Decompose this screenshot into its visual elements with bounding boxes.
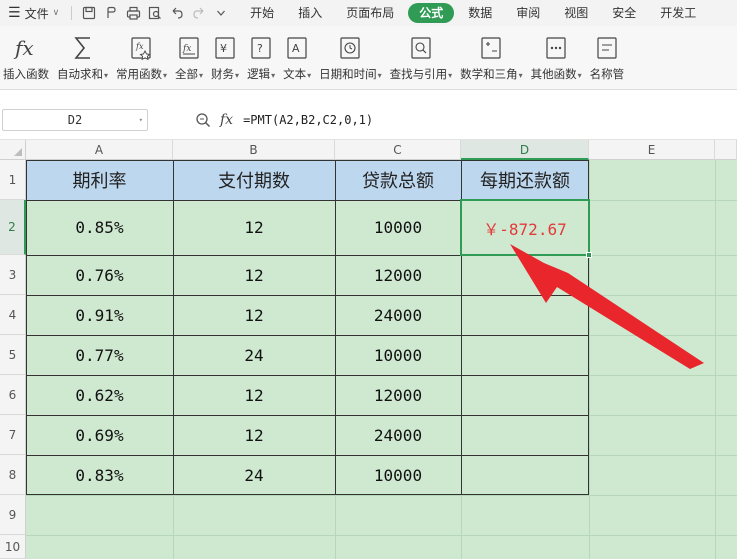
ribbon-tabs: 开始 插入 页面布局 公式 数据 审阅 视图 安全 开发工 (240, 3, 710, 23)
file-menu-label: 文件 (24, 6, 49, 21)
ribbon-label-text: 其他函数 (530, 67, 577, 81)
ribbon-label-text: 文本 (283, 67, 307, 81)
ribbon-button-11[interactable]: 名称管 (590, 26, 625, 90)
tab-2[interactable]: 页面布局 (336, 3, 404, 23)
all-functions-icon: fx (177, 34, 201, 62)
name-box-value: D2 (67, 112, 83, 127)
formula-bar: D2 ▾ fx =PMT(A2,B2,C2,0,1) (0, 100, 737, 140)
ribbon-button-3[interactable]: fx 全部▾ (175, 26, 203, 90)
fx-icon[interactable]: fx (220, 112, 233, 128)
print-icon[interactable] (122, 2, 144, 24)
ribbon-label-text: 数学和三角 (460, 67, 518, 81)
ribbon-label: 财务▾ (211, 66, 239, 82)
ribbon-label-text: 查找与引用 (389, 67, 448, 81)
tab-3[interactable]: 公式 (408, 3, 455, 23)
chevron-down-icon: ▾ (377, 71, 382, 80)
chevron-down-icon: ▾ (163, 71, 168, 80)
chevron-down-icon: ▾ (104, 71, 109, 80)
ribbon-button-2[interactable]: fx 常用函数▾ (116, 26, 167, 90)
more-functions-icon (544, 34, 568, 62)
ribbon-label: 数学和三角▾ (460, 66, 523, 82)
tab-1[interactable]: 插入 (288, 3, 332, 23)
tab-0[interactable]: 开始 (240, 3, 284, 23)
divider (71, 6, 73, 20)
red-arrow-annotation (510, 244, 704, 369)
ribbon-label: 全部▾ (175, 66, 203, 82)
redo-icon[interactable] (188, 2, 210, 24)
ribbon-label-text: 名称管 (589, 67, 625, 81)
hamburger-icon: ☰ (8, 5, 21, 21)
ribbon-button-10[interactable]: 其他函数▾ (531, 26, 582, 90)
svg-text:fx: fx (13, 36, 34, 60)
svg-text:fx: fx (135, 42, 144, 51)
ribbon-label-text: 常用函数 (116, 67, 163, 81)
chevron-down-icon: ▾ (235, 71, 240, 80)
ribbon-label: 查找与引用▾ (390, 66, 453, 82)
formula-input[interactable]: =PMT(A2,B2,C2,0,1) (243, 113, 373, 127)
finance-icon: ¥ (213, 34, 237, 62)
tab-8[interactable]: 开发工 (650, 3, 706, 23)
tab-5[interactable]: 审阅 (506, 3, 550, 23)
ribbon-button-7[interactable]: 日期和时间▾ (319, 26, 382, 90)
name-box[interactable]: D2 ▾ (2, 108, 148, 131)
ribbon-label: 其他函数▾ (531, 66, 582, 82)
ribbon-label-text: 插入函数 (3, 67, 49, 81)
ribbon-label-text: 自动求和 (57, 67, 103, 81)
ribbon-label: 常用函数▾ (116, 66, 167, 82)
sigma-icon (70, 34, 96, 62)
ribbon-button-1[interactable]: 自动求和▾ (57, 26, 108, 90)
chevron-down-icon[interactable]: ▾ (139, 116, 143, 124)
svg-text:?: ? (257, 42, 263, 55)
chevron-down-icon: ▾ (199, 71, 204, 80)
ribbon-label: 名称管 (590, 66, 625, 82)
ribbon-button-8[interactable]: 查找与引用▾ (390, 26, 453, 90)
zoom-icon[interactable] (194, 111, 212, 129)
svg-text:A: A (292, 42, 300, 55)
svg-text:fx: fx (182, 44, 191, 54)
chevron-down-icon: ▾ (518, 71, 523, 80)
lookup-icon (409, 34, 433, 62)
tab-7[interactable]: 安全 (602, 3, 646, 23)
chevron-down-icon: ▾ (577, 71, 582, 80)
clock-icon (338, 34, 362, 62)
ribbon-label-text: 全部 (175, 67, 199, 81)
ribbon-label: 插入函数 (3, 66, 49, 82)
formula-ribbon: fx 插入函数 自动求和▾ fx 常用函数▾ fx 全部▾ ¥ 财务▾? 逻辑▾ A 文本▾ 日期和时间… (0, 26, 737, 90)
star-function-icon: fx (130, 34, 154, 62)
chevron-down-icon: ▾ (271, 71, 276, 80)
tab-6[interactable]: 视图 (554, 3, 598, 23)
fx-icon: fx (11, 34, 41, 62)
ribbon-label: 文本▾ (283, 66, 311, 82)
ribbon-button-4[interactable]: ¥ 财务▾ (211, 26, 239, 90)
file-menu-button[interactable]: ☰ 文件 ∨ (0, 0, 65, 26)
ribbon-button-6[interactable]: A 文本▾ (283, 26, 311, 90)
save-icon[interactable] (78, 2, 100, 24)
export-pdf-icon[interactable] (100, 2, 122, 24)
spreadsheet-grid: ABCDE 1 2 3 4 5 6 7 8 9 10 期利率 支付期数 贷款总额 每期还款额 0.85% 1… (0, 140, 737, 559)
ribbon-label-text: 财务 (211, 67, 235, 81)
math-icon (479, 34, 503, 62)
name-manager-icon (595, 34, 619, 62)
tab-4[interactable]: 数据 (458, 3, 502, 23)
chevron-down-icon: ▾ (448, 71, 453, 80)
ribbon-label: 逻辑▾ (247, 66, 275, 82)
chevron-down-icon: ∨ (52, 8, 60, 18)
chevron-down-icon: ▾ (307, 71, 312, 80)
menu-bar: ☰ 文件 ∨ 开始 插入 页面布局 公式 数据 审阅 视图 安全 开发工 (0, 0, 737, 26)
ribbon-button-9[interactable]: 数学和三角▾ (460, 26, 523, 90)
ribbon-label-text: 逻辑 (247, 67, 271, 81)
ribbon-label-text: 日期和时间 (319, 67, 377, 81)
ribbon-button-0[interactable]: fx 插入函数 (3, 26, 49, 90)
ribbon-button-5[interactable]: ? 逻辑▾ (247, 26, 275, 90)
logic-icon: ? (249, 34, 273, 62)
ribbon-label: 日期和时间▾ (319, 66, 382, 82)
svg-text:¥: ¥ (220, 42, 227, 55)
print-preview-icon[interactable] (144, 2, 166, 24)
customize-toolbar-icon[interactable] (210, 2, 232, 24)
undo-icon[interactable] (166, 2, 188, 24)
text-icon: A (285, 34, 309, 62)
ribbon-label: 自动求和▾ (57, 66, 108, 82)
